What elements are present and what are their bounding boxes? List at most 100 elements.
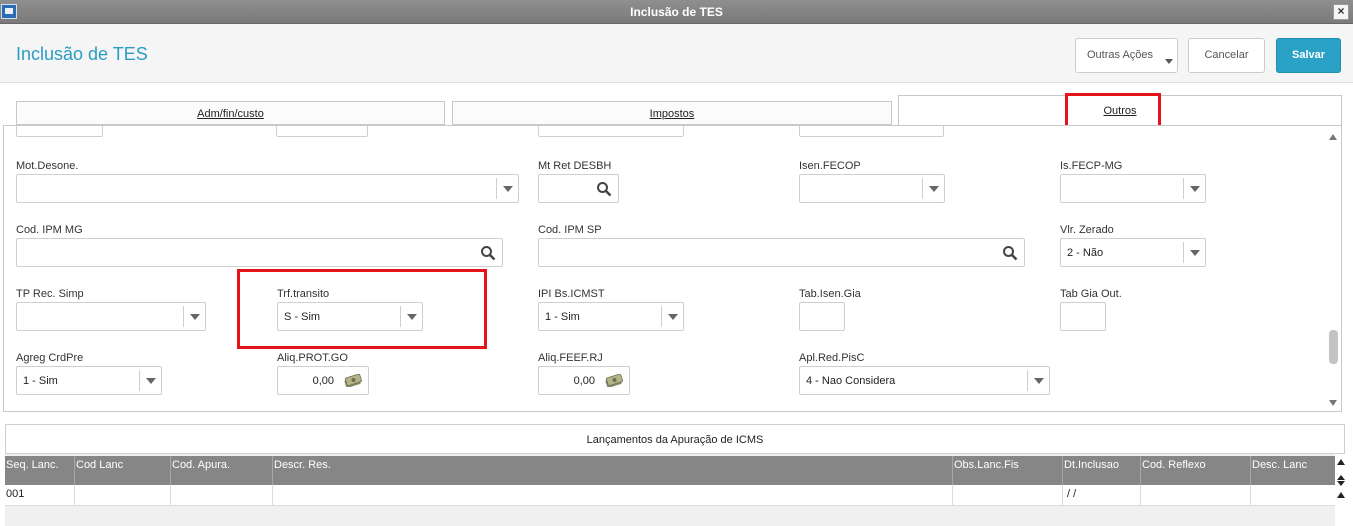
table-cell[interactable] (171, 485, 273, 506)
chevron-down-icon[interactable] (1183, 242, 1205, 263)
mot-desone-select[interactable] (16, 174, 519, 203)
ipi-bs-icmst-value: 1 - Sim (545, 311, 580, 323)
save-button[interactable]: Salvar (1276, 38, 1341, 73)
table-cell[interactable]: 001 (5, 485, 75, 506)
other-actions-label: Outras Ações (1087, 49, 1154, 61)
agreg-crdpre-label: Agreg CrdPre (16, 352, 84, 364)
aliq-feef-rj-label: Aliq.FEEF.RJ (538, 352, 603, 364)
cod-ipm-sp-input[interactable] (538, 238, 1025, 267)
money-icon[interactable] (344, 374, 362, 387)
aliq-prot-go-input[interactable]: 0,00 (277, 366, 369, 395)
ipi-bs-icmst-label: IPI Bs.ICMST (538, 288, 605, 300)
chevron-down-icon[interactable] (400, 306, 422, 327)
chevron-down-icon[interactable] (922, 178, 944, 199)
chevron-down-icon[interactable] (661, 306, 683, 327)
column-header[interactable]: Descr. Res. (273, 456, 953, 485)
tab-isen-gia-label: Tab.Isen.Gia (799, 288, 861, 300)
cancel-button[interactable]: Cancelar (1188, 38, 1265, 73)
scroll-down-icon[interactable] (1337, 481, 1345, 486)
column-header[interactable]: Dt.Inclusao (1063, 456, 1141, 485)
aliq-prot-go-value: 0,00 (312, 375, 334, 387)
scroll-page-up-icon[interactable] (1337, 492, 1345, 498)
search-icon[interactable] (480, 245, 496, 261)
apl-red-pisc-label: Apl.Red.PisC (799, 352, 865, 364)
form-panel: Mot.Desone. Mt Ret DESBH Isen.FECOP Is.F… (3, 125, 1342, 412)
scroll-thumb[interactable] (1329, 330, 1338, 364)
table-row[interactable]: 001 / / (5, 485, 1335, 506)
vlr-zerado-select[interactable]: 2 - Não (1060, 238, 1206, 267)
ipi-bs-icmst-select[interactable]: 1 - Sim (538, 302, 684, 331)
column-header[interactable]: Cod. Apura. (171, 456, 273, 485)
tab-gia-out-input[interactable] (1060, 302, 1106, 331)
mt-ret-desbh-label: Mt Ret DESBH (538, 160, 612, 172)
window-title: Inclusão de TES (630, 5, 723, 19)
scroll-top-icon[interactable] (1337, 459, 1345, 465)
isen-fecop-label: Isen.FECOP (799, 160, 861, 172)
column-header[interactable]: Seq. Lanc. (5, 456, 75, 485)
tab-impostos[interactable]: Impostos (452, 101, 892, 125)
search-icon[interactable] (596, 181, 612, 197)
grid-scrollbar[interactable] (1335, 456, 1347, 526)
clipped-field-2[interactable] (276, 126, 368, 137)
scroll-up-icon[interactable] (1337, 475, 1345, 480)
is-fecp-mg-label: Is.FECP-MG (1060, 160, 1123, 172)
table-cell[interactable] (953, 485, 1063, 506)
column-header[interactable]: Cod Lanc (75, 456, 171, 485)
trf-transito-label: Trf.transito (277, 288, 330, 300)
vlr-zerado-label: Vlr. Zerado (1060, 224, 1114, 236)
trf-transito-value: S - Sim (284, 311, 321, 323)
page-title: Inclusão de TES (16, 44, 148, 64)
aliq-feef-rj-value: 0,00 (573, 375, 595, 387)
apl-red-pisc-value: 4 - Nao Considera (806, 375, 896, 387)
agreg-crdpre-select[interactable]: 1 - Sim (16, 366, 162, 395)
table-cell[interactable] (1141, 485, 1251, 506)
form-scrollbar[interactable] (1325, 126, 1341, 411)
other-actions-button[interactable]: Outras Ações (1075, 38, 1178, 73)
cod-ipm-sp-label: Cod. IPM SP (538, 224, 602, 236)
tp-rec-simp-select[interactable] (16, 302, 206, 331)
column-header[interactable]: Obs.Lanc.Fis (953, 456, 1063, 485)
tp-rec-simp-label: TP Rec. Simp (16, 288, 84, 300)
isen-fecop-select[interactable] (799, 174, 945, 203)
chevron-down-icon[interactable] (1027, 370, 1049, 391)
grid-title: Lançamentos da Apuração de ICMS (5, 424, 1345, 454)
trf-transito-select[interactable]: S - Sim (277, 302, 423, 331)
aliq-prot-go-label: Aliq.PROT.GO (277, 352, 348, 364)
clipped-field-4[interactable] (799, 126, 944, 137)
tab-outros[interactable]: Outros (898, 95, 1342, 126)
page-header: Inclusão de TES Outras Ações Cancelar Sa… (0, 24, 1353, 83)
close-icon[interactable]: × (1333, 4, 1349, 20)
tab-isen-gia-input[interactable] (799, 302, 845, 331)
icms-grid: Seq. Lanc. Cod Lanc Cod. Apura. Descr. R… (5, 454, 1335, 526)
tab-adm-fin-custo[interactable]: Adm/fin/custo (16, 101, 445, 125)
chevron-down-icon[interactable] (1183, 178, 1205, 199)
scroll-up-icon[interactable] (1329, 134, 1337, 140)
tab-bar: Adm/fin/custo Impostos Outros (0, 94, 1353, 126)
cod-ipm-mg-label: Cod. IPM MG (16, 224, 83, 236)
chevron-down-icon (1165, 59, 1173, 64)
vlr-zerado-value: 2 - Não (1067, 247, 1104, 259)
cod-ipm-mg-input[interactable] (16, 238, 503, 267)
money-icon[interactable] (605, 374, 623, 387)
clipped-field-1[interactable] (16, 126, 103, 137)
window-titlebar: Inclusão de TES × (0, 0, 1353, 24)
column-header[interactable]: Desc. Lanc (1251, 456, 1335, 485)
chevron-down-icon[interactable] (496, 178, 518, 199)
chevron-down-icon[interactable] (139, 370, 161, 391)
grid-header: Seq. Lanc. Cod Lanc Cod. Apura. Descr. R… (5, 456, 1335, 485)
scroll-down-icon[interactable] (1329, 400, 1337, 406)
column-header[interactable]: Cod. Reflexo (1141, 456, 1251, 485)
table-cell[interactable]: / / (1063, 485, 1141, 506)
is-fecp-mg-select[interactable] (1060, 174, 1206, 203)
tab-gia-out-label: Tab Gia Out. (1060, 288, 1122, 300)
chevron-down-icon[interactable] (183, 306, 205, 327)
mt-ret-desbh-input[interactable] (538, 174, 619, 203)
clipped-field-3[interactable] (538, 126, 684, 137)
table-cell[interactable] (273, 485, 953, 506)
mot-desone-label: Mot.Desone. (16, 160, 79, 172)
table-cell[interactable] (75, 485, 171, 506)
aliq-feef-rj-input[interactable]: 0,00 (538, 366, 630, 395)
apl-red-pisc-select[interactable]: 4 - Nao Considera (799, 366, 1050, 395)
search-icon[interactable] (1002, 245, 1018, 261)
table-cell[interactable] (1251, 485, 1335, 506)
